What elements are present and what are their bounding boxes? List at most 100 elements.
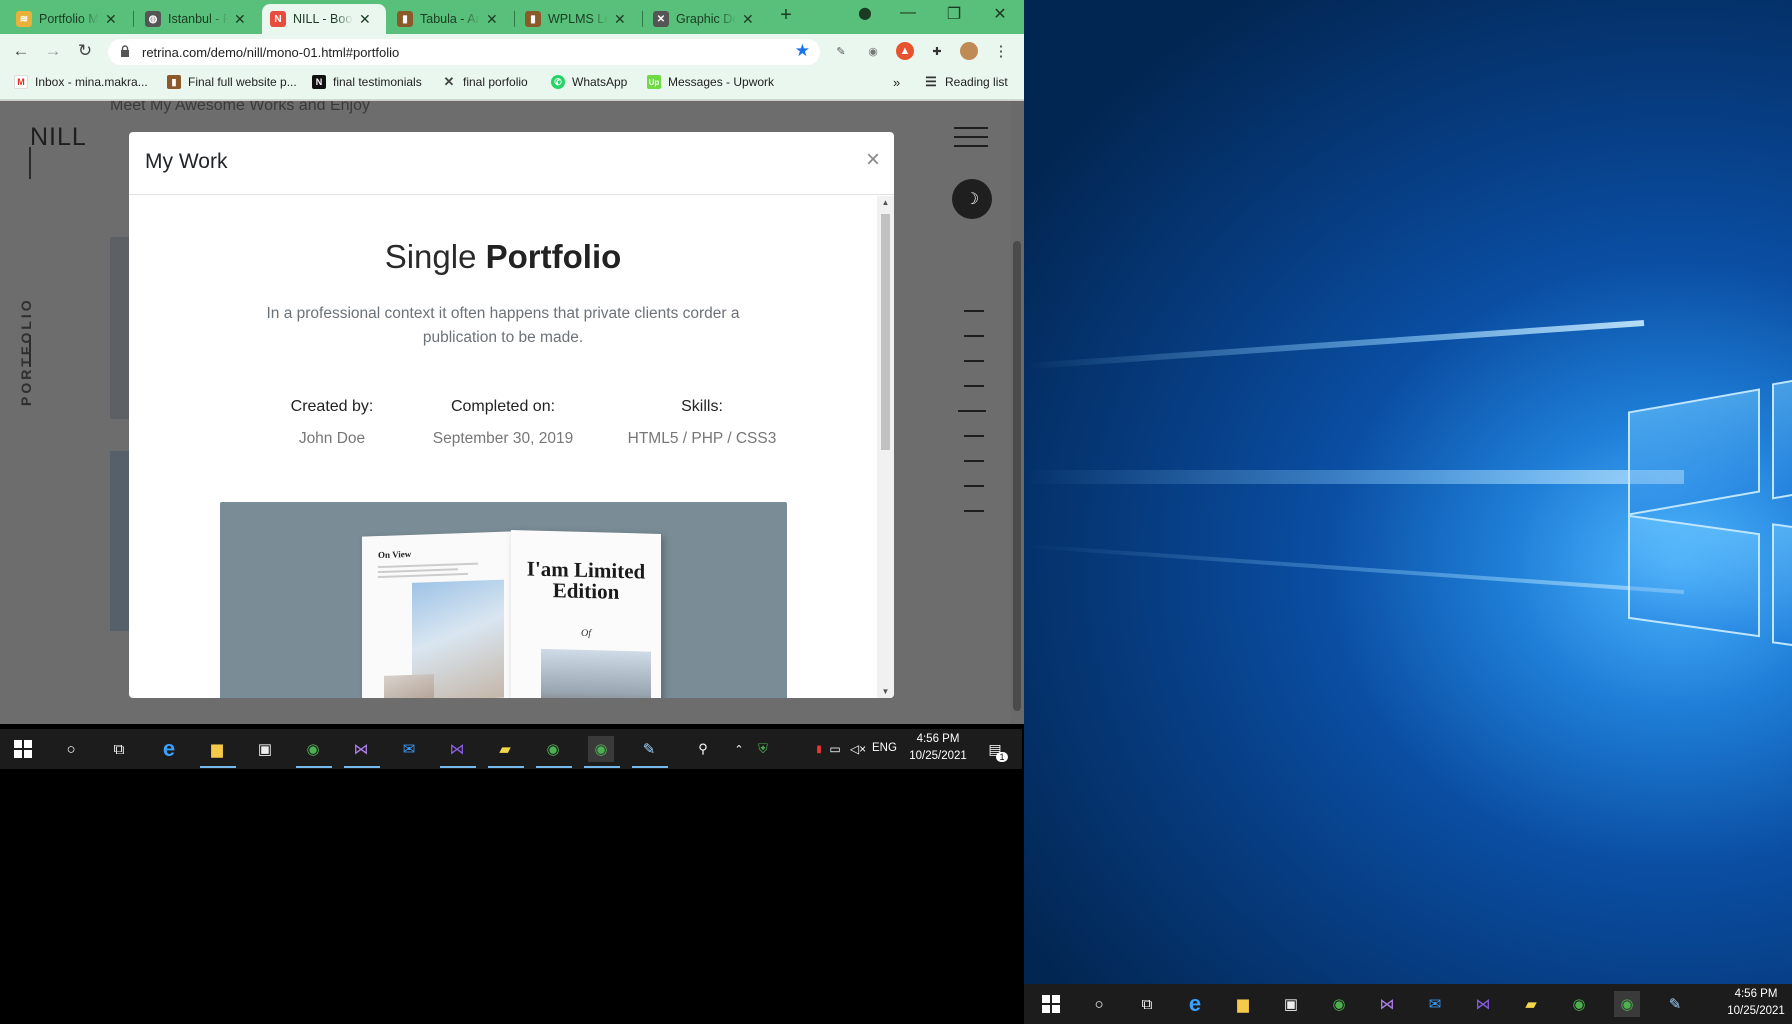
search-icon[interactable]: ○ — [58, 736, 84, 762]
close-icon[interactable]: ✕ — [742, 11, 754, 28]
edge-icon[interactable]: e — [156, 736, 182, 762]
chevron-up-icon[interactable]: ⌃ — [726, 736, 752, 762]
section-dot[interactable] — [964, 510, 984, 512]
tab-wplms[interactable]: ▮ WPLMS Lea ✕ — [517, 4, 639, 34]
reload-icon[interactable]: ↻ — [75, 41, 95, 61]
bookmark-porfolio[interactable]: ✕ final porfolio — [442, 74, 528, 89]
tab-search-icon[interactable]: ⬤ — [845, 6, 885, 20]
bookmark-label: Final full website p... — [188, 75, 297, 89]
kebab-menu-icon[interactable]: ⋮ — [992, 42, 1010, 60]
visual-studio-icon[interactable]: ⋈ — [1470, 991, 1496, 1017]
section-dot[interactable] — [964, 485, 984, 487]
heading-light: Single — [384, 238, 486, 275]
section-dot-active[interactable] — [958, 410, 986, 412]
side-label-wrap: PORTFOLIO — [18, 297, 38, 406]
chrome-icon[interactable]: ◉ — [300, 736, 326, 762]
close-window-button[interactable]: ✕ — [980, 4, 1020, 24]
puzzle-icon[interactable]: ✚ — [928, 42, 946, 60]
hamburger-menu-icon[interactable] — [954, 127, 988, 154]
eyedropper-icon[interactable]: ✎ — [832, 42, 850, 60]
close-icon[interactable]: ✕ — [234, 11, 246, 28]
clock-time[interactable]: 4:56 PM — [1724, 988, 1788, 1000]
paint-icon[interactable]: ✎ — [636, 736, 662, 762]
close-icon[interactable]: ✕ — [359, 11, 371, 28]
clock-time[interactable]: 4:56 PM — [908, 733, 968, 745]
people-icon[interactable]: ⚲ — [690, 736, 716, 762]
section-dot[interactable] — [964, 460, 984, 462]
close-icon[interactable]: ✕ — [614, 11, 626, 28]
section-dot[interactable] — [964, 360, 984, 362]
new-tab-button[interactable]: + — [766, 4, 806, 27]
tab-portfolio[interactable]: ≋ Portfolio M ✕ — [8, 4, 130, 34]
paint-icon[interactable]: ✎ — [1662, 991, 1688, 1017]
bookmark-inbox[interactable]: M Inbox - mina.makra... — [14, 75, 148, 89]
file-explorer-icon[interactable]: ▆ — [1230, 991, 1256, 1017]
minimize-button[interactable]: — — [888, 4, 928, 22]
task-view-icon[interactable]: ⧉ — [1134, 991, 1160, 1017]
scrollbar-thumb[interactable] — [1013, 241, 1021, 711]
file-explorer-icon[interactable]: ▆ — [204, 736, 230, 762]
section-dot[interactable] — [964, 310, 984, 312]
sticky-notes-icon[interactable]: ▰ — [1518, 991, 1544, 1017]
extension-icon[interactable]: ▲ — [896, 42, 914, 60]
modal-scrollbar[interactable]: ▲ ▼ — [877, 196, 894, 698]
chrome-icon[interactable]: ◉ — [1614, 991, 1640, 1017]
windows-start-icon[interactable] — [1038, 991, 1064, 1017]
scroll-up-arrow-icon[interactable]: ▲ — [877, 198, 894, 207]
camera-icon[interactable]: ◉ — [864, 42, 882, 60]
windows-start-icon[interactable] — [10, 736, 36, 762]
bookmark-whatsapp[interactable]: ✆ WhatsApp — [551, 75, 627, 89]
tab-tabula[interactable]: ▮ Tabula - Ar ✕ — [389, 4, 511, 34]
language-indicator[interactable]: ENG — [872, 742, 897, 754]
clock-date[interactable]: 10/25/2021 — [1724, 1005, 1788, 1017]
page-scrollbar[interactable] — [1010, 101, 1024, 724]
tab-istanbul[interactable]: ◍ Istanbul - P ✕ — [137, 4, 259, 34]
section-dot[interactable] — [964, 435, 984, 437]
section-dot[interactable] — [964, 335, 984, 337]
chrome-icon[interactable]: ◉ — [540, 736, 566, 762]
task-view-icon[interactable]: ⧉ — [106, 736, 132, 762]
single-portfolio-heading: Single Portfolio — [129, 238, 877, 276]
chrome-icon[interactable]: ◉ — [1566, 991, 1592, 1017]
bookmark-final-website[interactable]: ▮ Final full website p... — [167, 75, 297, 89]
scrollbar-thumb[interactable] — [881, 214, 890, 450]
restore-button[interactable]: ❐ — [934, 4, 974, 24]
mail-icon[interactable]: ✉ — [396, 736, 422, 762]
bookmark-testimonials[interactable]: N final testimonials — [312, 75, 422, 89]
volume-icon[interactable]: ◁× — [845, 736, 871, 762]
modal-title: My Work — [145, 150, 228, 173]
bookmark-star-icon[interactable]: ★ — [795, 41, 810, 61]
back-arrow-icon[interactable]: ← — [11, 41, 31, 61]
sticky-notes-icon[interactable]: ▰ — [492, 736, 518, 762]
close-icon[interactable]: ✕ — [105, 11, 117, 28]
site-logo[interactable]: NILL — [30, 123, 87, 152]
bookmark-label: final porfolio — [463, 75, 528, 89]
visual-studio-icon[interactable]: ⋈ — [1374, 991, 1400, 1017]
section-dot[interactable] — [964, 385, 984, 387]
mail-icon[interactable]: ✉ — [1422, 991, 1448, 1017]
chrome-icon[interactable]: ◉ — [588, 736, 614, 762]
address-bar[interactable]: retrina.com/demo/nill/mono-01.html#portf… — [108, 39, 820, 65]
tab-graphic[interactable]: ✕ Graphic De ✕ — [645, 4, 767, 34]
shield-icon[interactable]: ⛨ — [750, 736, 776, 762]
search-icon[interactable]: ○ — [1086, 991, 1112, 1017]
visual-studio-icon[interactable]: ⋈ — [348, 736, 374, 762]
tab-nill[interactable]: N NILL - Boot ✕ — [262, 4, 386, 34]
bookmarks-overflow-chevron[interactable]: » — [893, 75, 900, 90]
tab-separator — [133, 11, 134, 27]
reading-list-button[interactable]: ☰ Reading list — [924, 74, 1008, 89]
store-icon[interactable]: ▣ — [252, 736, 278, 762]
close-icon[interactable]: ✕ — [486, 11, 498, 28]
visual-studio-icon[interactable]: ⋈ — [444, 736, 470, 762]
edge-icon[interactable]: e — [1182, 991, 1208, 1017]
clock-date[interactable]: 10/25/2021 — [906, 750, 970, 762]
avatar[interactable] — [960, 42, 978, 60]
side-divider — [29, 147, 31, 179]
bookmark-upwork[interactable]: Up Messages - Upwork — [647, 75, 774, 89]
moon-icon[interactable]: ☽ — [952, 179, 992, 219]
store-icon[interactable]: ▣ — [1278, 991, 1304, 1017]
forward-arrow-icon[interactable]: → — [43, 41, 63, 61]
close-icon[interactable]: × — [866, 146, 880, 174]
scroll-down-arrow-icon[interactable]: ▼ — [877, 687, 894, 696]
chrome-icon[interactable]: ◉ — [1326, 991, 1352, 1017]
